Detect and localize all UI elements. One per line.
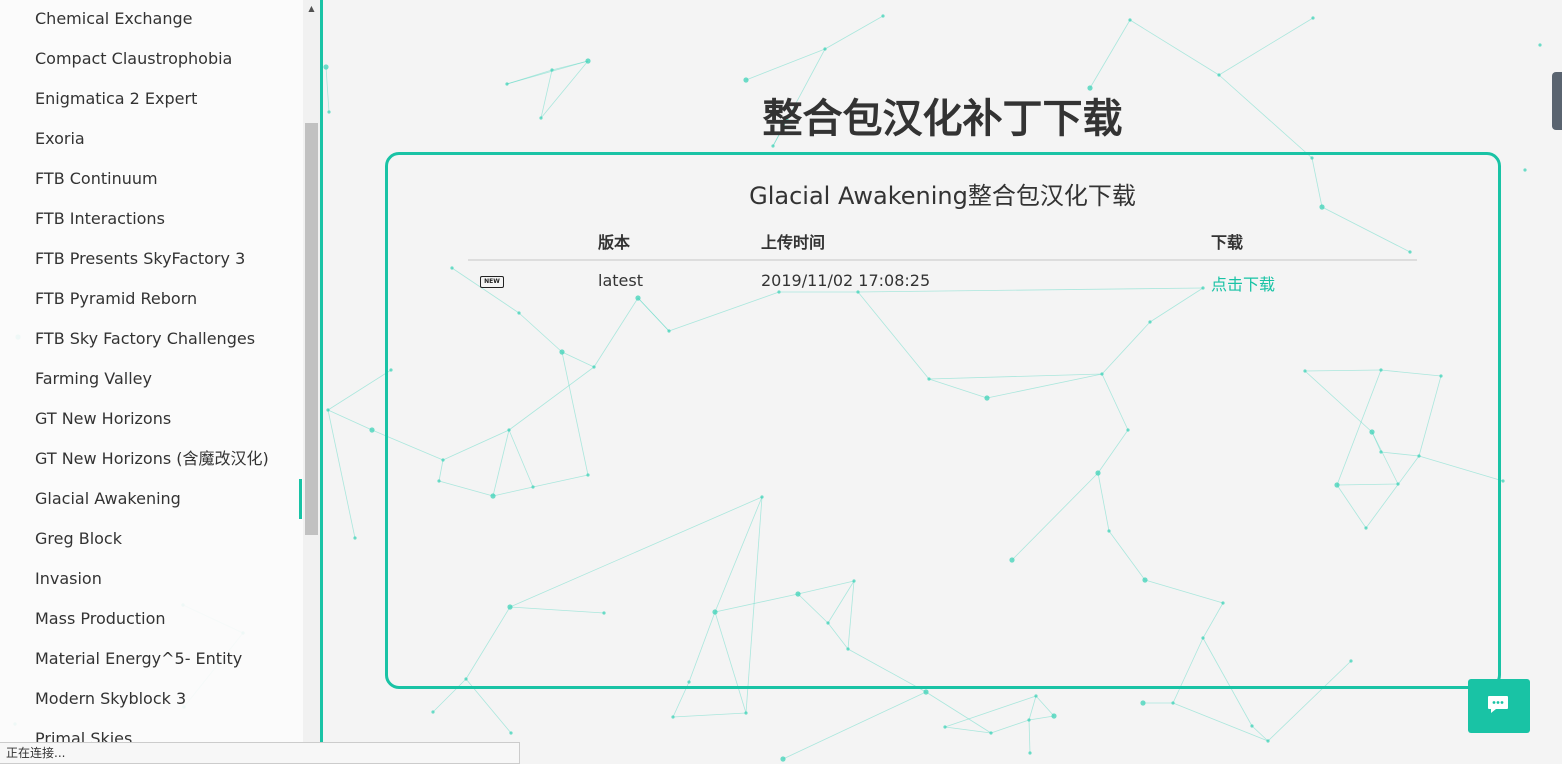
- sidebar-item-farming-valley[interactable]: Farming Valley: [35, 360, 152, 400]
- sidebar-item-glacial-awakening[interactable]: Glacial Awakening: [35, 480, 181, 520]
- network-node: [780, 756, 786, 762]
- network-node: [671, 715, 675, 719]
- network-node: [1501, 479, 1505, 483]
- sidebar-item-ftb-sky-factory-challenges[interactable]: FTB Sky Factory Challenges: [35, 320, 255, 360]
- network-node: [1128, 18, 1132, 22]
- sidebar-item-exoria[interactable]: Exoria: [35, 120, 85, 160]
- network-edge: [1028, 715, 1055, 721]
- network-node: [353, 536, 357, 540]
- network-edge: [1218, 17, 1314, 76]
- network-edge: [1028, 719, 1031, 754]
- network-node: [1523, 168, 1527, 172]
- network-node: [1311, 16, 1315, 20]
- network-node: [744, 711, 748, 715]
- sidebar-item-greg-block[interactable]: Greg Block: [35, 520, 122, 560]
- network-edge: [327, 409, 373, 431]
- network-node: [1538, 43, 1542, 47]
- network-edge: [1089, 19, 1131, 89]
- network-edge: [1028, 695, 1037, 721]
- network-node: [585, 58, 591, 64]
- network-edge: [745, 48, 826, 81]
- network-edge: [1218, 74, 1313, 159]
- triangle-up-icon[interactable]: ▲: [303, 0, 320, 17]
- network-edge: [990, 719, 1030, 734]
- network-edge: [327, 369, 392, 411]
- chat-button[interactable]: [1468, 679, 1530, 733]
- download-link[interactable]: 点击下载: [1211, 271, 1275, 295]
- network-node: [1051, 713, 1057, 719]
- network-node: [743, 77, 749, 83]
- network-node: [539, 116, 543, 120]
- column-header-upload-time: 上传时间: [761, 233, 826, 252]
- sidebar: Chemical Exchange Compact Claustrophobia…: [0, 0, 303, 764]
- network-node: [989, 731, 993, 735]
- network-node: [1140, 700, 1146, 706]
- page-title: 整合包汉化补丁下载: [762, 96, 1123, 142]
- sidebar-item-mass-production[interactable]: Mass Production: [35, 600, 166, 640]
- sidebar-item-material-energy-5-entity[interactable]: Material Energy^5- Entity: [35, 640, 242, 680]
- table-header-divider: [468, 259, 1417, 261]
- network-node: [1028, 751, 1032, 755]
- sidebar-divider: [320, 0, 323, 764]
- side-panel-handle[interactable]: [1552, 72, 1562, 130]
- network-edge: [325, 66, 330, 113]
- status-bar: 正在连接...: [0, 742, 520, 764]
- card-title: Glacial Awakening整合包汉化下载: [749, 182, 1136, 210]
- network-edge: [1035, 695, 1055, 717]
- network-node: [881, 14, 885, 18]
- column-header-download: 下载: [1211, 233, 1244, 252]
- sidebar-item-chemical-exchange[interactable]: Chemical Exchange: [35, 0, 193, 40]
- network-node: [923, 689, 929, 695]
- network-node: [1250, 724, 1254, 728]
- sidebar-item-compact-claustrophobia[interactable]: Compact Claustrophobia: [35, 40, 232, 80]
- network-edge: [672, 712, 747, 718]
- network-node: [771, 144, 775, 148]
- network-edge: [782, 691, 927, 760]
- network-node: [1266, 739, 1270, 743]
- network-edge: [824, 15, 884, 50]
- network-edge: [925, 691, 992, 734]
- network-edge: [1251, 725, 1269, 742]
- network-edge: [506, 69, 553, 85]
- network-node: [509, 731, 513, 735]
- network-edge: [1172, 702, 1269, 742]
- network-node: [323, 64, 329, 70]
- network-node: [327, 110, 331, 114]
- network-node: [326, 408, 330, 412]
- version-cell: latest: [598, 271, 643, 290]
- network-node: [943, 725, 947, 729]
- network-node: [369, 427, 375, 433]
- network-edge: [1129, 19, 1220, 76]
- new-badge-icon: NEW: [480, 276, 504, 288]
- network-node: [1217, 73, 1221, 77]
- chat-bubble-icon: [1488, 696, 1508, 713]
- sidebar-item-enigmatica-2-expert[interactable]: Enigmatica 2 Expert: [35, 80, 197, 120]
- sidebar-scrollbar[interactable]: ▲: [303, 0, 320, 764]
- network-node: [550, 68, 554, 72]
- network-node: [1027, 718, 1031, 722]
- network-edge: [540, 60, 589, 119]
- network-node: [505, 82, 509, 86]
- sidebar-item-ftb-skyfactory-3[interactable]: FTB Presents SkyFactory 3: [35, 240, 245, 280]
- upload-time-cell: 2019/11/02 17:08:25: [761, 271, 931, 290]
- network-node: [1171, 701, 1175, 705]
- sidebar-item-modern-skyblock-3[interactable]: Modern Skyblock 3: [35, 680, 186, 720]
- download-card: [385, 152, 1501, 689]
- column-header-version: 版本: [598, 233, 631, 252]
- sidebar-item-invasion[interactable]: Invasion: [35, 560, 102, 600]
- sidebar-item-ftb-pyramid-reborn[interactable]: FTB Pyramid Reborn: [35, 280, 197, 320]
- network-node: [1034, 694, 1038, 698]
- sidebar-item-gt-new-horizons-magic[interactable]: GT New Horizons (含魔改汉化): [35, 440, 269, 480]
- sidebar-item-gt-new-horizons[interactable]: GT New Horizons: [35, 400, 171, 440]
- network-edge: [327, 409, 356, 539]
- sidebar-active-indicator: [299, 479, 302, 519]
- network-edge: [944, 726, 992, 734]
- network-node: [823, 47, 827, 51]
- network-node: [431, 710, 435, 714]
